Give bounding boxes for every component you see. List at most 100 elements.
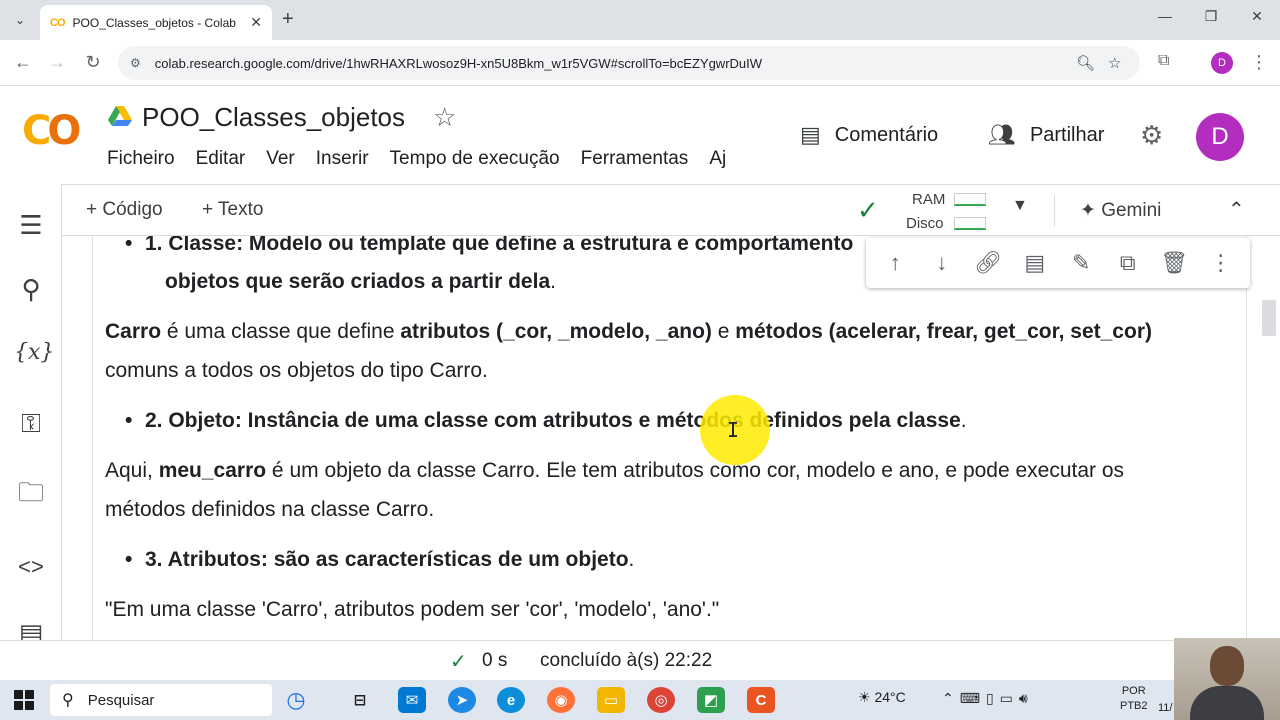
green-app-icon[interactable]: ◩ [697,687,725,713]
colab-header: CO POO_Classes_objetos ☆ Ficheiro Editar… [0,86,1280,184]
menu-editar[interactable]: Editar [196,148,246,170]
forward-icon[interactable]: → [46,52,68,73]
user-avatar[interactable]: D [1196,113,1244,161]
menu-tempo-de-execucao[interactable]: Tempo de execução [390,148,560,170]
tab-search-chevron-icon[interactable]: ⌄ [8,8,32,32]
weather-widget[interactable]: ☀︎ 24°C [858,689,906,706]
bookmark-star-icon[interactable]: ☆ [1108,54,1121,72]
presenter-body [1190,686,1264,720]
gemini-sparkle-icon: ✦ [1080,200,1096,221]
execution-completed-at[interactable]: concluído à(s) 22:22 [540,650,712,672]
app-icon[interactable]: ➤ [448,687,476,713]
star-icon[interactable]: ☆ [433,102,456,133]
secrets-key-icon[interactable]: ⚿ [14,408,48,440]
execution-duration: 0 s [482,650,508,671]
more-options-icon[interactable]: ⋮ [1206,250,1236,276]
close-tab-icon[interactable]: ✕ [250,14,262,31]
notebook-title[interactable]: POO_Classes_objetos [142,102,405,133]
notebook-main: 1. Classe: Modelo ou template que define… [62,236,1280,640]
bullet-atributos: 3. Atributos: são as características de … [125,540,634,579]
tab-title: POO_Classes_objetos - Colab [72,15,236,30]
notebook-toolbar: + Código + Texto ✓ RAM Disco ▼ ✦ Gemini … [62,184,1280,236]
add-code-button[interactable]: + Código [86,199,163,221]
ram-meter [954,193,986,206]
site-info-icon[interactable]: ⚙ [130,56,141,70]
paragraph-meu-carro: Aqui, meu_carro é um objeto da classe Ca… [105,459,1125,521]
comment-cell-icon[interactable]: ▤ [1020,250,1050,276]
menu-ajuda[interactable]: Aj [709,148,726,170]
resources-dropdown-icon[interactable]: ▼ [1012,197,1028,215]
connected-check-icon[interactable]: ✓ [857,195,879,226]
task-view-icon[interactable]: ⊟ [346,687,374,713]
share-button[interactable]: 👥︎ Partilhar [988,122,1104,148]
back-icon[interactable]: ← [12,52,34,73]
menu-inserir[interactable]: Inserir [316,148,369,170]
menu-ver[interactable]: Ver [266,148,295,170]
browser-tab-bar: ⌄ CO POO_Classes_objetos - Colab ✕ + — ❐… [0,0,1280,40]
code-snippets-icon[interactable]: <> [14,554,48,580]
move-up-icon[interactable]: ↑ [880,250,910,276]
weather-temp: 24°C [874,689,906,705]
delete-trash-icon[interactable]: 🗑︎ [1159,250,1189,276]
search-icon[interactable]: ⚲ [14,274,48,305]
windows-start-icon[interactable] [14,690,34,710]
taskbar-search-placeholder: Pesquisar [87,691,155,709]
table-of-contents-icon[interactable]: ☰ [14,210,48,241]
gemini-label: Gemini [1101,200,1162,221]
url-input[interactable]: ⚙ colab.research.google.com/drive/1hwRHA… [118,46,1140,80]
colab-logo[interactable]: CO [22,108,81,154]
add-text-button[interactable]: + Texto [202,199,263,221]
zoom-icon[interactable]: 🔍︎ [1076,54,1095,72]
toolbar-divider [1054,195,1055,227]
system-tray[interactable]: ⌃⌨▯▭🔊︎ [942,690,1034,707]
colab-favicon-icon: CO [50,16,65,29]
menu-bar: Ficheiro Editar Ver Inserir Tempo de exe… [107,148,747,170]
chrome-icon[interactable]: ◎ [647,687,675,713]
settings-gear-icon[interactable]: ⚙ [1140,120,1163,151]
input-language[interactable]: POR PTB2 [1120,684,1148,714]
address-bar-row: ← → ↻ ⚙ colab.research.google.com/drive/… [0,40,1280,86]
presenter-head [1210,646,1244,686]
variables-icon[interactable]: {x} [14,340,54,365]
mirror-cell-icon[interactable]: ⧉ [1113,250,1143,276]
taskbar-search[interactable]: ⚲ Pesquisar [50,684,272,716]
file-explorer-icon[interactable]: ▭ [597,687,625,713]
taskbar-clock[interactable]: 11/ [1158,702,1172,714]
orange-app-icon[interactable]: C [747,687,775,713]
move-down-icon[interactable]: ↓ [927,250,957,276]
reload-icon[interactable]: ↻ [82,52,104,73]
comment-button[interactable]: ▤ Comentário [800,122,938,148]
browser-profile-avatar[interactable]: D [1211,52,1233,74]
bullet-classe: 1. Classe: Modelo ou template que define… [125,236,853,263]
browser-menu-icon[interactable]: ⋮ [1250,52,1268,73]
share-label: Partilhar [1029,123,1105,146]
link-icon[interactable]: 🔗︎ [973,250,1003,276]
text-cell[interactable]: 1. Classe: Modelo ou template que define… [92,236,1247,640]
people-icon: 👥︎ [988,122,1016,147]
clock-app-icon[interactable]: ◷ [282,687,310,713]
extensions-icon[interactable]: ⧉ [1158,52,1169,70]
cell-toolbar: ↑ ↓ 🔗︎ ▤ ✎ ⧉ 🗑︎ ⋮ [866,238,1250,288]
gemini-button[interactable]: ✦ Gemini [1080,199,1161,222]
edit-pencil-icon[interactable]: ✎ [1066,250,1096,276]
scrollbar[interactable] [1262,300,1276,336]
weather-icon: ☀︎ [858,689,871,705]
status-check-icon: ✓ [450,651,467,673]
google-drive-icon[interactable] [108,106,132,126]
minimize-icon[interactable]: — [1150,8,1180,24]
firefox-icon[interactable]: ◉ [547,687,575,713]
url-text: colab.research.google.com/drive/1hwRHAXR… [154,55,763,71]
mail-icon[interactable]: ✉ [398,687,426,713]
restore-icon[interactable]: ❐ [1196,8,1226,25]
paragraph-exemplo-atributos: "Em uma classe 'Carro', atributos podem … [105,598,720,621]
menu-ferramentas[interactable]: Ferramentas [581,148,689,170]
new-tab-icon[interactable]: + [282,8,294,31]
bullet-objeto: 2. Objeto: Instância de uma classe com a… [125,401,967,440]
disk-label: Disco [906,215,944,232]
close-window-icon[interactable]: ✕ [1242,8,1272,25]
browser-tab[interactable]: CO POO_Classes_objetos - Colab ✕ [40,5,272,40]
files-folder-icon[interactable]: 🗀 [14,474,48,518]
collapse-header-icon[interactable]: ⌃ [1228,197,1245,222]
edge-icon[interactable]: e [497,687,525,713]
menu-ficheiro[interactable]: Ficheiro [107,148,175,170]
